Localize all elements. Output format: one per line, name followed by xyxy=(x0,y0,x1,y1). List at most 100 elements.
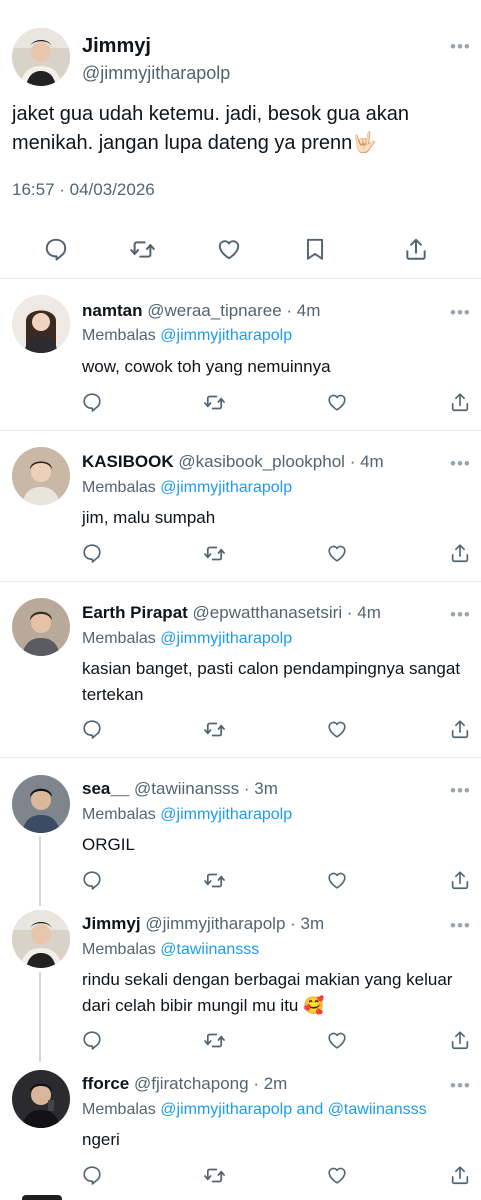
share-button[interactable] xyxy=(448,541,472,565)
reply-button[interactable] xyxy=(80,868,104,892)
tweet-timestamp[interactable]: 16:57 · 04/03/2026 xyxy=(12,180,155,200)
avatar[interactable] xyxy=(12,447,70,505)
share-icon xyxy=(449,542,471,564)
retweet-button[interactable] xyxy=(128,235,156,263)
separator: · xyxy=(346,603,353,622)
more-icon[interactable]: ••• xyxy=(450,1077,471,1094)
replying-to-link[interactable]: @jimmyjitharapolp xyxy=(160,630,292,647)
avatar[interactable] xyxy=(12,598,70,656)
divider xyxy=(0,430,481,431)
reply-icon xyxy=(81,1164,103,1186)
reply-icon xyxy=(81,1029,103,1051)
share-icon xyxy=(449,391,471,413)
reply-author-name[interactable]: Earth Pirapat xyxy=(82,603,188,622)
like-button[interactable] xyxy=(325,541,349,565)
replying-to-link[interactable]: @tawiinansss xyxy=(160,941,259,958)
reply-author-name[interactable]: sea__ xyxy=(82,779,129,798)
replying-to-link[interactable]: @jimmyjitharapolp and @tawiinansss xyxy=(160,1101,426,1118)
retweet-icon xyxy=(203,542,226,565)
retweet-button[interactable] xyxy=(202,1163,226,1187)
replying-to-link[interactable]: @jimmyjitharapolp xyxy=(160,806,292,823)
reply-author-name[interactable]: fforce xyxy=(82,1074,129,1093)
like-button[interactable] xyxy=(325,1163,349,1187)
reply-button[interactable] xyxy=(80,390,104,414)
like-icon xyxy=(326,718,348,740)
share-button[interactable] xyxy=(448,868,472,892)
share-button[interactable] xyxy=(448,717,472,741)
share-button[interactable] xyxy=(448,1028,472,1052)
retweet-button[interactable] xyxy=(202,717,226,741)
like-button[interactable] xyxy=(325,868,349,892)
separator: · xyxy=(349,452,356,471)
reply-icon xyxy=(43,236,69,262)
next-avatar-peek xyxy=(22,1195,62,1200)
divider xyxy=(0,278,481,279)
share-icon xyxy=(449,1029,471,1051)
reply-time[interactable]: 4m xyxy=(297,301,321,320)
retweet-button[interactable] xyxy=(202,390,226,414)
author-name[interactable]: Jimmyj xyxy=(82,35,151,58)
reply-author-name[interactable]: Jimmyj xyxy=(82,914,141,933)
reply-author-handle[interactable]: @epwatthanasetsiri xyxy=(193,603,343,622)
avatar[interactable] xyxy=(12,1070,70,1128)
reply-time[interactable]: 4m xyxy=(360,452,384,471)
reply-author-handle[interactable]: @tawiinansss xyxy=(134,779,239,798)
reply-icon xyxy=(81,542,103,564)
replying-to-label: Membalas xyxy=(82,479,156,496)
reply-author-handle[interactable]: @jimmyjitharapolp xyxy=(145,914,285,933)
retweet-icon xyxy=(203,718,226,741)
reply-button[interactable] xyxy=(80,541,104,565)
reply-button[interactable] xyxy=(42,235,70,263)
reply-author-handle[interactable]: @weraa_tipnaree xyxy=(147,301,281,320)
retweet-icon xyxy=(129,236,156,263)
share-button[interactable] xyxy=(448,390,472,414)
reply-author-name[interactable]: namtan xyxy=(82,301,142,320)
like-icon xyxy=(326,391,348,413)
replying-to-link[interactable]: @jimmyjitharapolp xyxy=(160,479,292,496)
share-button[interactable] xyxy=(448,1163,472,1187)
reply-time[interactable]: 2m xyxy=(264,1074,288,1093)
separator: · xyxy=(253,1074,259,1093)
more-icon[interactable]: ••• xyxy=(450,917,471,934)
retweet-button[interactable] xyxy=(202,868,226,892)
reply-author-handle[interactable]: @kasibook_plookphol xyxy=(178,452,345,471)
replying-to-link[interactable]: @jimmyjitharapolp xyxy=(160,327,292,344)
retweet-button[interactable] xyxy=(202,1028,226,1052)
reply-text: ngeri xyxy=(82,1130,120,1149)
more-icon[interactable]: ••• xyxy=(450,304,471,321)
share-button[interactable] xyxy=(402,235,430,263)
reply-author-handle[interactable]: @fjiratchapong xyxy=(134,1074,249,1093)
reply-button[interactable] xyxy=(80,1163,104,1187)
reply-text: kasian banget, pasti calon pendampingnya… xyxy=(82,659,461,704)
avatar[interactable] xyxy=(12,295,70,353)
author-handle[interactable]: @jimmyjitharapolp xyxy=(82,63,230,84)
more-icon[interactable]: ••• xyxy=(450,38,471,55)
bookmark-button[interactable] xyxy=(301,235,329,263)
retweet-button[interactable] xyxy=(202,541,226,565)
reply-text: rindu sekali dengan berbagai makian yang… xyxy=(82,970,453,1015)
more-icon[interactable]: ••• xyxy=(450,455,471,472)
avatar[interactable] xyxy=(12,910,70,968)
separator: · xyxy=(286,301,293,320)
avatar[interactable] xyxy=(12,28,70,86)
reply-text: jim, malu sumpah xyxy=(82,508,216,527)
retweet-icon xyxy=(203,869,226,892)
avatar[interactable] xyxy=(12,775,70,833)
like-button[interactable] xyxy=(325,717,349,741)
like-icon xyxy=(326,1164,348,1186)
reply-button[interactable] xyxy=(80,1028,104,1052)
like-button[interactable] xyxy=(215,235,243,263)
more-icon[interactable]: ••• xyxy=(450,782,471,799)
reply-time[interactable]: 3m xyxy=(254,779,278,798)
share-icon xyxy=(449,869,471,891)
reply-time[interactable]: 4m xyxy=(357,603,381,622)
reply-author-name[interactable]: KASIBOOK xyxy=(82,452,174,471)
like-button[interactable] xyxy=(325,1028,349,1052)
separator: · xyxy=(290,914,296,933)
like-button[interactable] xyxy=(325,390,349,414)
retweet-icon xyxy=(203,1164,226,1187)
reply-time[interactable]: 3m xyxy=(301,914,325,933)
reply-button[interactable] xyxy=(80,717,104,741)
more-icon[interactable]: ••• xyxy=(450,606,471,623)
replying-to-label: Membalas xyxy=(82,327,156,344)
